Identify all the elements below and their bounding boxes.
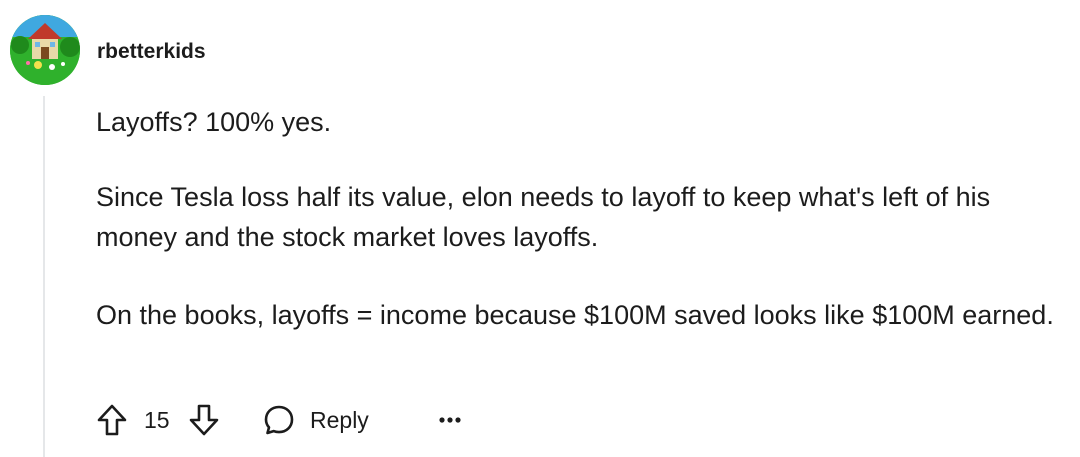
- speech-bubble-icon: [264, 405, 294, 435]
- downvote-arrow-icon: [189, 404, 219, 436]
- downvote-button[interactable]: [184, 400, 224, 440]
- comment-paragraph: Layoffs? 100% yes.: [96, 107, 332, 137]
- username[interactable]: rbetterkids: [97, 38, 206, 66]
- avatar[interactable]: [10, 15, 80, 85]
- upvote-button[interactable]: [92, 400, 132, 440]
- vote-score: 15: [144, 407, 170, 433]
- comment-paragraph: On the books, layoffs = income because $…: [96, 300, 1054, 330]
- more-options-button[interactable]: [432, 400, 468, 440]
- ellipsis-icon: [439, 417, 461, 423]
- comment-actions: 15 Reply: [92, 398, 492, 442]
- avatar-image: [10, 15, 80, 85]
- upvote-arrow-icon: [97, 404, 127, 436]
- reply-button[interactable]: Reply: [262, 400, 386, 440]
- thread-line[interactable]: [43, 96, 45, 457]
- comment: rbetterkids Layoffs? 100% yes. Since Tes…: [0, 0, 1080, 457]
- reply-label: Reply: [310, 407, 369, 433]
- comment-paragraph: Since Tesla loss half its value, elon ne…: [96, 182, 991, 252]
